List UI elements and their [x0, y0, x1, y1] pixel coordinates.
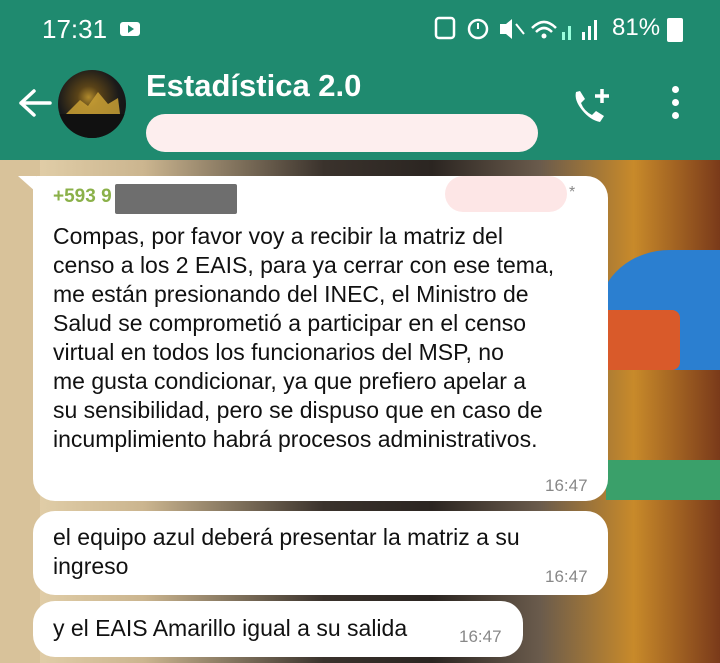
message-bubble[interactable]: +593 9 * Compas, por favor voy a recibir…: [33, 176, 608, 501]
battery-level: 81%: [612, 14, 661, 41]
sender-name-redacted: [445, 176, 567, 212]
avatar-image: [58, 92, 126, 138]
status-time: 17:31: [42, 14, 108, 44]
battery-icon: [667, 18, 683, 42]
sender-number[interactable]: +593 9: [53, 186, 112, 208]
add-call-icon[interactable]: [570, 86, 614, 126]
wallpaper-decoration: [600, 310, 680, 370]
sender-marker: *: [569, 184, 576, 201]
group-avatar[interactable]: [58, 70, 126, 138]
status-icons: [432, 14, 602, 50]
status-bar: 17:31 81%: [0, 0, 720, 58]
youtube-icon: [120, 22, 140, 36]
more-options-icon[interactable]: [668, 86, 682, 122]
chat-title[interactable]: Estadística 2.0: [146, 68, 361, 104]
message-text: y el EAIS Amarillo igual a su salida: [53, 615, 408, 641]
message-text: el equipo azul deberá presentar la matri…: [53, 524, 520, 579]
app-header: 17:31 81% Estadística 2.0: [0, 0, 720, 160]
message-text: Compas, por favor voy a recibir la matri…: [53, 223, 555, 452]
sender-redacted: [115, 184, 237, 214]
message-bubble[interactable]: el equipo azul deberá presentar la matri…: [33, 511, 608, 595]
message-bubble[interactable]: y el EAIS Amarillo igual a su salida 16:…: [33, 601, 523, 657]
message-time: 16:47: [545, 567, 588, 586]
back-arrow-icon[interactable]: [18, 88, 52, 118]
participants-redacted: [146, 114, 538, 152]
wallpaper-decoration: [606, 460, 720, 500]
message-time: 16:47: [459, 627, 502, 646]
status-indicator-icons: [434, 16, 597, 40]
message-time: 16:47: [545, 476, 588, 495]
